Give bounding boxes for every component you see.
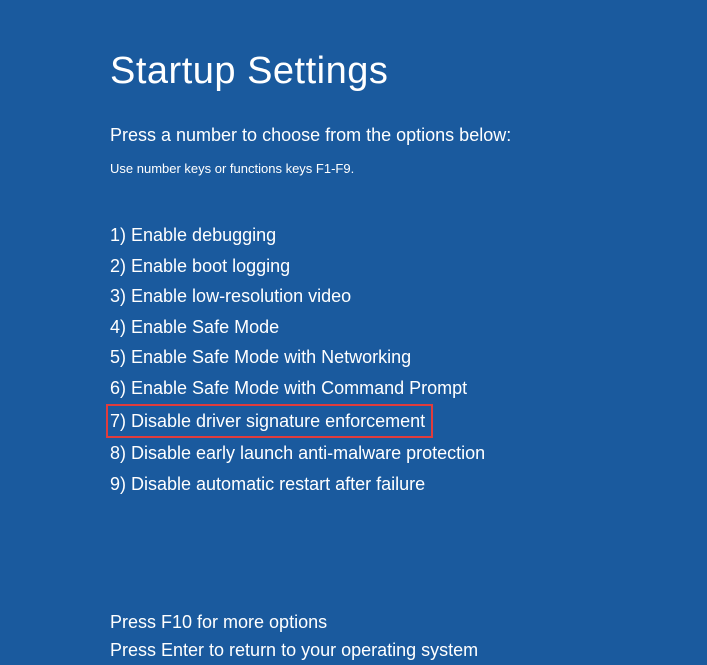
highlighted-option: 7) Disable driver signature enforcement bbox=[106, 404, 433, 439]
sub-instruction-text: Use number keys or functions keys F1-F9. bbox=[110, 161, 707, 176]
option-7[interactable]: 7) Disable driver signature enforcement bbox=[110, 404, 707, 439]
footer-return: Press Enter to return to your operating … bbox=[110, 637, 707, 665]
footer-more-options: Press F10 for more options bbox=[110, 609, 707, 637]
option-8[interactable]: 8) Disable early launch anti-malware pro… bbox=[110, 438, 707, 469]
option-9[interactable]: 9) Disable automatic restart after failu… bbox=[110, 469, 707, 500]
option-4[interactable]: 4) Enable Safe Mode bbox=[110, 312, 707, 343]
option-6[interactable]: 6) Enable Safe Mode with Command Prompt bbox=[110, 373, 707, 404]
option-5[interactable]: 5) Enable Safe Mode with Networking bbox=[110, 342, 707, 373]
boot-options-list: 1) Enable debugging 2) Enable boot loggi… bbox=[110, 220, 707, 499]
startup-settings-screen: Startup Settings Press a number to choos… bbox=[0, 0, 707, 665]
option-1[interactable]: 1) Enable debugging bbox=[110, 220, 707, 251]
instruction-text: Press a number to choose from the option… bbox=[110, 125, 707, 146]
page-title: Startup Settings bbox=[110, 50, 707, 93]
option-2[interactable]: 2) Enable boot logging bbox=[110, 251, 707, 282]
option-3[interactable]: 3) Enable low-resolution video bbox=[110, 281, 707, 312]
